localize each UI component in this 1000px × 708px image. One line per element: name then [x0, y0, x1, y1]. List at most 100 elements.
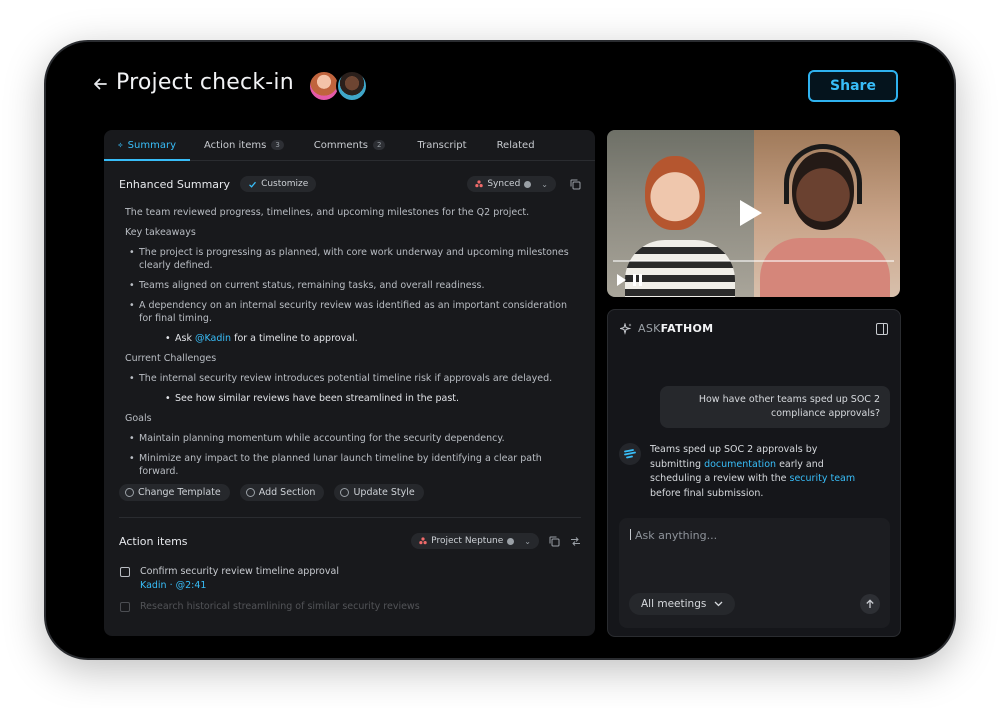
label-fathom: FATHOM [660, 322, 714, 335]
tab-related[interactable]: Related [481, 130, 549, 160]
takeaways-list: The project is progressing as planned, w… [125, 246, 581, 345]
challenges-list: The internal security review introduces … [125, 372, 581, 405]
circle-icon [340, 488, 350, 497]
customize-button[interactable]: Customize [240, 176, 317, 192]
check-icon [249, 181, 257, 188]
list-item: The internal security review introduces … [125, 372, 581, 385]
ask-fathom-panel: ASKFATHOM How have other teams sped up S… [607, 309, 901, 637]
pill-label: Change Template [138, 487, 221, 498]
chevron-down-icon [714, 601, 723, 607]
verified-icon [507, 537, 515, 545]
pause-control-icon[interactable] [633, 274, 642, 286]
customize-label: Customize [261, 179, 309, 189]
tab-summary[interactable]: Summary [104, 130, 190, 161]
ask-fathom-label: ASKFATHOM [638, 322, 713, 335]
chevron-down-icon: ⌄ [524, 536, 531, 546]
play-control-icon[interactable] [617, 274, 626, 286]
synced-label: Synced [487, 179, 521, 189]
verified-icon [524, 180, 532, 188]
summary-content: The team reviewed progress, timelines, a… [125, 206, 581, 485]
meeting-notes-panel: Summary Action items 3 Comments 2 Transc… [104, 130, 595, 636]
update-style-button[interactable]: Update Style [334, 484, 424, 501]
sparkle-icon [620, 322, 632, 335]
avatar[interactable] [336, 70, 368, 102]
tab-action-items[interactable]: Action items 3 [190, 130, 298, 160]
list-item: Teams aligned on current status, remaini… [125, 279, 581, 292]
task-assignee-timestamp[interactable]: Kadin · @2:41 [140, 580, 560, 591]
assistant-message: Teams sped up SOC 2 approvals by submitt… [650, 443, 870, 501]
list-item: Minimize any impact to the planned lunar… [125, 452, 581, 478]
pill-label: Update Style [353, 487, 415, 498]
reply-text: before final submission. [650, 487, 764, 499]
action-item: Confirm security review timeline approva… [120, 566, 560, 591]
text-cursor [630, 529, 631, 540]
list-item: A dependency on an internal security rev… [125, 299, 581, 325]
key-takeaways-heading: Key takeaways [125, 227, 196, 238]
tab-comments[interactable]: Comments 2 [298, 130, 400, 160]
share-button[interactable]: Share [808, 70, 898, 102]
change-template-button[interactable]: Change Template [119, 484, 230, 501]
project-label: Project Neptune [431, 536, 504, 546]
summary-header: Enhanced Summary Customize Synced ⌄ [119, 174, 581, 194]
circle-icon [245, 488, 255, 497]
action-items-header: Action items Project Neptune ⌄ [119, 531, 581, 551]
divider [119, 517, 581, 518]
ask-input-placeholder: Ask anything... [630, 529, 717, 542]
tablet-frame: Project check-in Share Summary Action it… [44, 40, 956, 660]
task-checkbox[interactable] [120, 602, 130, 612]
sidebar-toggle-icon[interactable] [876, 323, 888, 335]
user-mention-link[interactable]: @Kadin [195, 333, 231, 344]
summary-title: Enhanced Summary [119, 177, 231, 191]
security-team-link[interactable]: security team [790, 473, 856, 484]
user-message: How have other teams sped up SOC 2 compl… [660, 386, 890, 428]
sparkle-icon [118, 142, 123, 148]
video-player[interactable] [607, 130, 900, 297]
tab-label: Related [496, 139, 535, 151]
list-item: Maintain planning momentum while account… [125, 432, 581, 445]
ask-input[interactable]: Ask anything... All meetings [619, 518, 890, 628]
task-text: Confirm security review timeline approva… [140, 566, 339, 577]
tab-label: Transcript [417, 139, 467, 151]
count-badge: 2 [373, 140, 386, 150]
add-section-button[interactable]: Add Section [239, 484, 325, 501]
asana-logo-icon [419, 537, 427, 545]
copy-icon[interactable] [570, 179, 581, 190]
list-item-similar-reviews[interactable]: See how similar reviews have been stream… [125, 392, 581, 405]
meeting-scope-dropdown[interactable]: All meetings [629, 593, 736, 615]
placeholder-text: Ask anything... [635, 529, 718, 542]
action-item: Research historical streamlining of simi… [120, 601, 560, 612]
documentation-link[interactable]: documentation [704, 459, 776, 470]
task-checkbox[interactable] [120, 567, 130, 577]
list-item-ask-kadin: Ask @Kadin for a timeline to approval. [125, 332, 581, 345]
pill-label: Add Section [258, 487, 316, 498]
participant-avatars [308, 70, 372, 102]
goals-heading: Goals [125, 413, 152, 424]
participant-body [760, 238, 890, 297]
play-icon[interactable] [740, 200, 762, 226]
list-item: The project is progressing as planned, w… [125, 246, 581, 272]
video-participant-tile [754, 130, 900, 297]
tab-label: Summary [127, 139, 176, 151]
count-badge: 3 [271, 140, 284, 150]
tab-label: Comments [313, 139, 368, 151]
summary-actions: Change Template Add Section Update Style [119, 484, 424, 501]
page-title: Project check-in [116, 70, 294, 95]
label-ask: ASK [638, 322, 661, 335]
chevron-down-icon: ⌄ [541, 179, 548, 189]
summary-intro: The team reviewed progress, timelines, a… [125, 207, 530, 218]
project-dropdown[interactable]: Project Neptune ⌄ [411, 533, 539, 549]
send-button[interactable] [860, 594, 880, 614]
participant-face [645, 156, 705, 230]
tab-bar: Summary Action items 3 Comments 2 Transc… [104, 130, 595, 161]
tab-transcript[interactable]: Transcript [399, 130, 480, 160]
sync-status-dropdown[interactable]: Synced ⌄ [467, 176, 556, 192]
challenges-heading: Current Challenges [125, 353, 217, 364]
video-progress-bar[interactable] [613, 260, 894, 262]
tab-label: Action items [204, 139, 267, 151]
ask-prefix: Ask [175, 333, 192, 344]
copy-icon[interactable] [549, 536, 560, 547]
back-arrow-icon[interactable] [92, 76, 108, 92]
sort-icon[interactable] [570, 536, 581, 547]
headset [784, 144, 862, 204]
circle-icon [125, 488, 134, 497]
